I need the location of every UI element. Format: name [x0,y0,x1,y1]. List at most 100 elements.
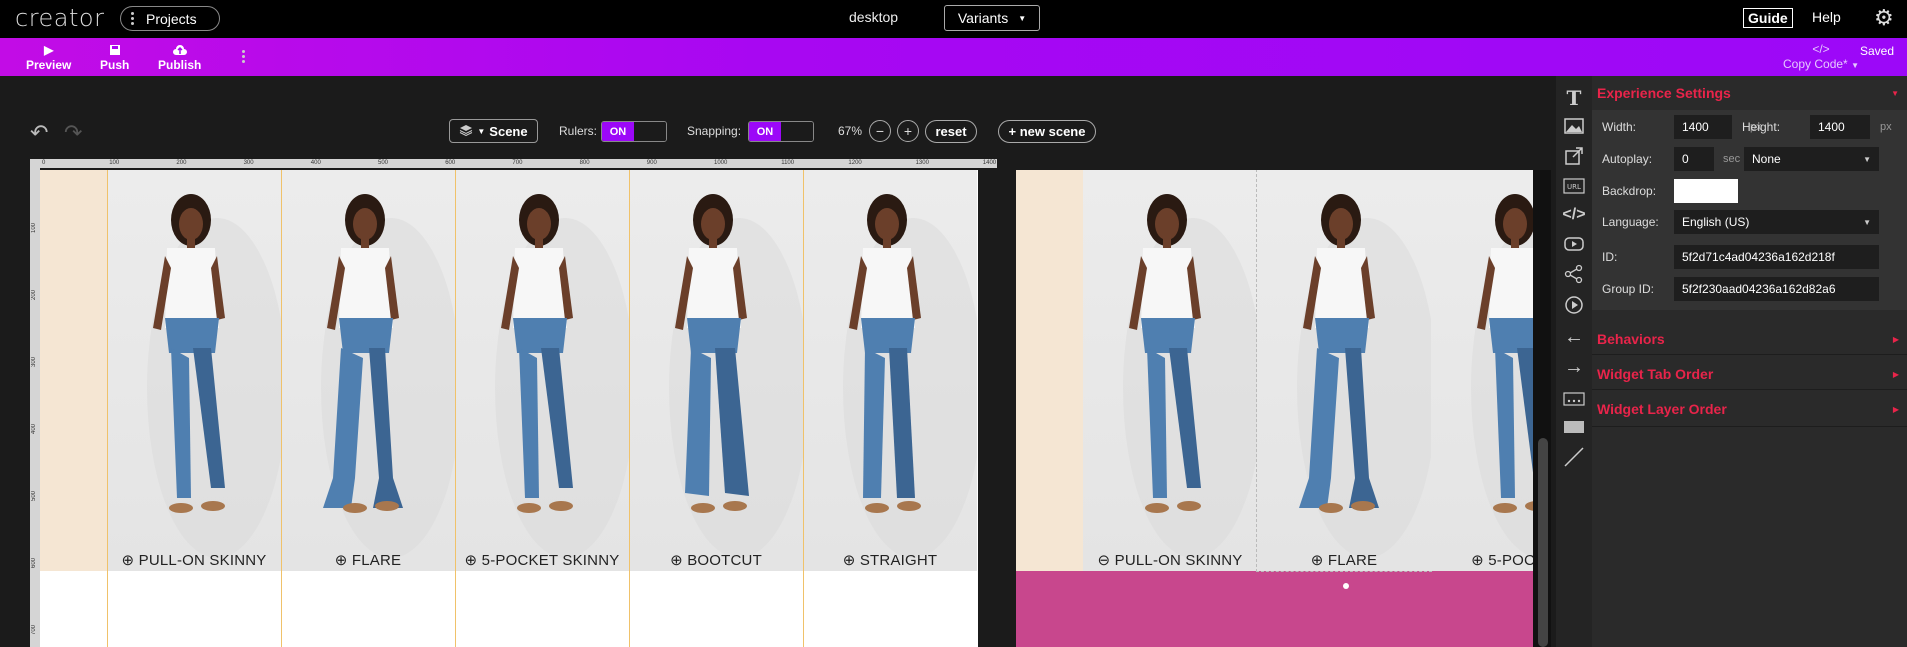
snap-guide-line [455,170,456,647]
line-icon[interactable] [1556,446,1592,473]
experience-settings-body: Width: 1400 px Height: 1400 px Autoplay:… [1592,110,1907,310]
layers-icon [459,124,473,139]
guide-button[interactable]: Guide [1743,8,1793,28]
ruler-tick: 700 [31,625,37,636]
snap-guide-line [107,170,108,647]
scene-preview-canvas[interactable]: ⊖ PULL-ON SKINNY ⊕ FLARE ⊕ 5-POCKET [1016,170,1533,647]
gear-icon[interactable]: ⚙ [1874,7,1894,29]
caret-right-icon[interactable]: ▶ [1893,405,1899,414]
rulers-toggle[interactable]: ON [601,121,667,142]
new-scene-button[interactable]: + new scene [998,120,1096,143]
widget-layer-order-header[interactable]: Widget Layer Order [1597,401,1727,417]
redo-icon[interactable]: ↷ [64,120,82,146]
selection-handle[interactable] [1343,583,1349,589]
external-link-icon[interactable] [1556,147,1592,170]
ruler-tick: 200 [31,290,37,301]
variants-dropdown[interactable]: Variants ▼ [944,5,1040,31]
url-icon[interactable]: URL [1556,178,1592,199]
width-input[interactable]: 1400 [1674,115,1732,139]
rulers-toggle-state: ON [602,122,634,141]
code-icon[interactable]: </> [1556,206,1592,224]
panel-label[interactable]: ⊕ FLARE [1257,551,1431,569]
more-options-icon[interactable] [242,50,245,63]
variants-label: Variants [957,10,1009,26]
panel-label[interactable]: ⊖ PULL-ON SKINNY [1083,551,1257,569]
svg-text:URL: URL [1567,183,1581,191]
group-id-label: Group ID: [1602,282,1655,296]
model-photo [455,178,629,563]
autoplay-input[interactable]: 0 [1674,147,1714,171]
projects-button[interactable]: Projects [120,6,220,31]
ruler-tick: 800 [579,160,590,166]
caret-right-icon[interactable]: ▶ [1893,370,1899,379]
scene-canvas[interactable]: ⊕ PULL-ON SKINNY ⊕ FLARE ⊕ 5-POCKET SKIN… [40,170,978,647]
ruler-tick: 100 [109,160,120,166]
product-panel[interactable]: ⊕ PULL-ON SKINNY [107,170,281,571]
id-field[interactable]: 5f2d71c4ad04236a162d218f [1674,245,1879,269]
model-photo [629,178,803,563]
image-icon[interactable] [1556,118,1592,139]
zoom-in-button[interactable]: + [897,120,919,142]
snap-guide-line [629,170,630,647]
backdrop-label: Backdrop: [1602,184,1657,198]
product-panel[interactable]: ⊕ FLARE [281,170,455,571]
reset-zoom-button[interactable]: reset [925,120,977,143]
ruler-tick: 1000 [714,160,728,166]
ellipsis-box-icon[interactable] [1556,390,1592,411]
caret-right-icon[interactable]: ▶ [1893,335,1899,344]
snapping-toggle[interactable]: ON [748,121,814,142]
id-label: ID: [1602,250,1618,264]
product-panel[interactable]: ⊕ BOOTCUT [629,170,803,571]
model-photo [1083,178,1257,563]
ruler-tick: 500 [31,491,37,502]
product-panel[interactable]: ⊕ 5-POCKET [1431,170,1533,571]
canvas-scrollbar[interactable] [1538,438,1548,647]
publish-label: Publish [158,58,202,72]
product-panel[interactable]: ⊕ 5-POCKET SKINNY [455,170,629,571]
play-circle-icon[interactable] [1556,295,1592,320]
model-photo [281,178,455,563]
undo-icon[interactable]: ↶ [30,120,48,146]
preview-button[interactable]: ▶ Preview [26,43,71,73]
product-panel[interactable]: ⊕ STRAIGHT [803,170,977,571]
panel-label[interactable]: ⊕ PULL-ON SKINNY [107,551,281,569]
push-button[interactable]: Push [100,44,129,72]
share-icon[interactable] [1556,264,1592,289]
copy-code-button[interactable]: </> Copy Code* ▼ [1783,42,1859,73]
ruler-tick: 600 [31,558,37,569]
help-link[interactable]: Help [1812,9,1841,25]
play-icon: ▶ [44,43,54,57]
experience-settings-header[interactable]: Experience Settings [1597,85,1731,101]
publish-button[interactable]: Publish [158,44,201,72]
ruler-tick: 100 [31,223,37,234]
behaviors-header[interactable]: Behaviors [1597,331,1665,347]
left-ruler: 100 200 300 400 500 600 700 [30,168,40,647]
ruler-tick: 200 [176,160,187,166]
app-logo: creator [15,4,105,32]
youtube-icon[interactable] [1556,236,1592,257]
caret-down-icon: ▼ [1863,155,1871,164]
autoplay-select[interactable]: None ▼ [1744,147,1879,171]
panel-label[interactable]: ⊕ 5-POCKET [1431,551,1533,569]
model-photo [1257,178,1431,563]
group-id-field[interactable]: 5f2f230aad04236a162d82a6 [1674,277,1879,301]
panel-label[interactable]: ⊕ 5-POCKET SKINNY [455,551,629,569]
arrow-right-icon[interactable]: → [1556,356,1592,379]
scene-dropdown[interactable]: ▼ Scene [449,119,538,143]
panel-label[interactable]: ⊕ FLARE [281,551,455,569]
height-input[interactable]: 1400 [1810,115,1870,139]
arrow-left-icon[interactable]: ← [1556,326,1592,349]
backdrop-color-swatch[interactable] [1674,179,1738,203]
snap-guide-line [803,170,804,647]
product-panel[interactable]: ⊕ FLARE [1256,170,1432,572]
language-select[interactable]: English (US) ▼ [1674,210,1879,234]
panel-label[interactable]: ⊕ BOOTCUT [629,551,803,569]
text-icon[interactable]: T [1556,86,1592,110]
rectangle-icon[interactable] [1556,418,1592,439]
panel-label[interactable]: ⊕ STRAIGHT [803,551,977,569]
product-panel[interactable]: ⊖ PULL-ON SKINNY [1083,170,1257,571]
zoom-out-button[interactable]: − [869,120,891,142]
model-photo [1431,178,1533,563]
caret-down-icon[interactable]: ▼ [1891,89,1899,98]
widget-tab-order-header[interactable]: Widget Tab Order [1597,366,1713,382]
